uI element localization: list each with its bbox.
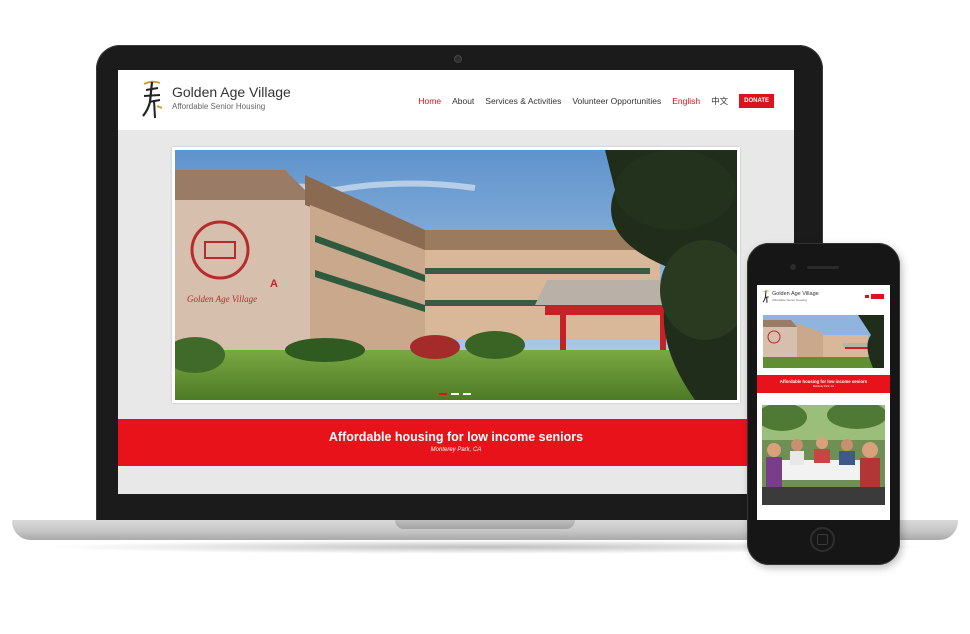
slider-dots (439, 393, 471, 395)
nav-language-english[interactable]: English (672, 96, 700, 106)
slider-dot[interactable] (451, 393, 459, 395)
nav-about[interactable]: About (452, 96, 474, 106)
laptop-camera (455, 56, 461, 62)
banner-location: Monterey Park, CA (430, 447, 482, 453)
home-icon (817, 534, 828, 545)
laptop-notch (395, 520, 575, 529)
nav-volunteer[interactable]: Volunteer Opportunities (572, 96, 661, 106)
logo-icon[interactable] (140, 78, 164, 120)
main-nav: Home About Services & Activities Volunte… (418, 94, 774, 108)
slider-dot[interactable] (439, 393, 447, 395)
phone-speaker (807, 266, 839, 269)
phone-screen: Golden Age Village Affordable Senior Hou… (757, 285, 890, 520)
site-header: Golden Age Village Affordable Senior Hou… (118, 70, 794, 130)
mobile-logo-icon[interactable] (762, 289, 770, 304)
mobile-hero-photo[interactable] (763, 315, 884, 368)
slider-dot[interactable] (463, 393, 471, 395)
hero-photo: Golden Age Village A (175, 150, 737, 400)
mobile-banner-location: Monterey Park, CA (812, 385, 835, 388)
nav-home[interactable]: Home (418, 96, 441, 106)
mobile-site-name[interactable]: Golden Age Village (772, 291, 819, 297)
mobile-menu-icon[interactable] (865, 295, 869, 298)
mobile-header: Golden Age Village Affordable Senior Hou… (757, 285, 890, 307)
nav-services[interactable]: Services & Activities (485, 96, 561, 106)
nav-language-chinese[interactable]: 中文 (711, 95, 728, 107)
phone-camera (790, 264, 796, 270)
donate-button[interactable]: DONATE (739, 94, 774, 108)
mobile-tagline-banner: Affordable housing for low income senior… (757, 375, 890, 393)
mobile-site-tagline: Affordable Senior Housing (772, 298, 807, 302)
site-tagline: Affordable Senior Housing (172, 102, 266, 111)
mobile-event-photo[interactable] (762, 405, 885, 505)
tagline-banner: Affordable housing for low income senior… (118, 419, 794, 466)
svg-text:A: A (270, 278, 278, 290)
mobile-banner-title: Affordable housing for low income senior… (779, 379, 868, 384)
banner-title: Affordable housing for low income senior… (328, 430, 584, 444)
mobile-donate-button[interactable] (871, 294, 884, 299)
svg-text:Golden Age Village: Golden Age Village (187, 294, 257, 304)
laptop-screen: Golden Age Village Affordable Senior Hou… (118, 70, 794, 494)
hero-slider[interactable]: Golden Age Village A (172, 147, 740, 403)
site-name[interactable]: Golden Age Village (172, 84, 291, 100)
